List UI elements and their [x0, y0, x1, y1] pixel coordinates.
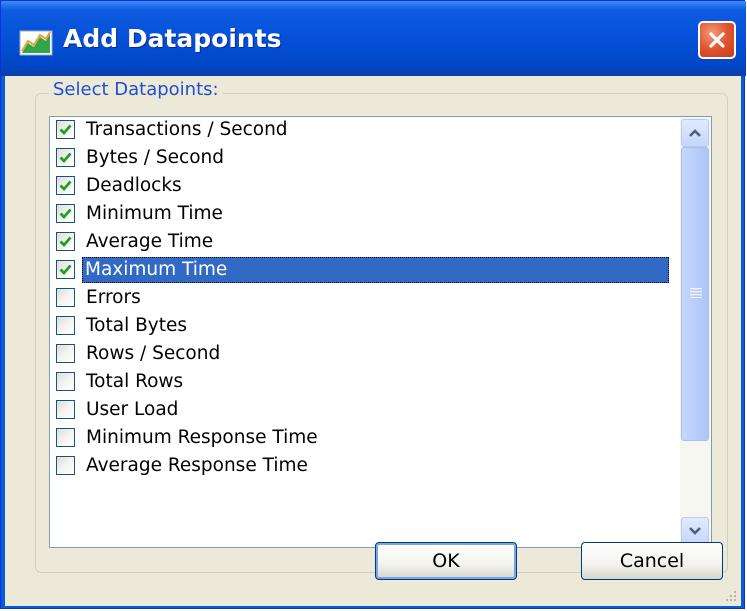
chevron-up-icon: [689, 129, 701, 137]
dialog-body: Select Datapoints: Transactions / Second…: [5, 76, 741, 606]
checkbox[interactable]: [56, 372, 75, 391]
resize-grip-icon[interactable]: [724, 589, 738, 603]
list-item-label: Total Rows: [86, 371, 184, 392]
checkmark-icon: [59, 180, 72, 192]
list-item[interactable]: Transactions / Second: [50, 117, 680, 145]
list-item[interactable]: Deadlocks: [50, 173, 680, 201]
cancel-button[interactable]: Cancel: [581, 542, 723, 580]
list-item[interactable]: Total Rows: [50, 369, 680, 397]
checkbox[interactable]: [56, 400, 75, 419]
checkmark-icon: [59, 208, 72, 220]
list-item[interactable]: Errors: [50, 285, 680, 313]
list-item[interactable]: Average Time: [50, 229, 680, 257]
checkbox[interactable]: [56, 456, 75, 475]
list-item-label: Average Response Time: [86, 455, 308, 476]
list-item-label: Errors: [86, 287, 141, 308]
checkmark-icon: [59, 264, 72, 276]
checkbox[interactable]: [56, 232, 75, 251]
scroll-down-button[interactable]: [681, 517, 709, 545]
checkmark-icon: [59, 124, 72, 136]
checkbox[interactable]: [56, 344, 75, 363]
list-item[interactable]: Minimum Response Time: [50, 425, 680, 453]
list-item-label: Transactions / Second: [86, 119, 288, 140]
list-item[interactable]: Bytes / Second: [50, 145, 680, 173]
checkbox[interactable]: [56, 176, 75, 195]
group-label: Select Datapoints:: [49, 79, 223, 100]
list-item-label: Total Bytes: [86, 315, 188, 336]
checkbox[interactable]: [56, 316, 75, 335]
list-item[interactable]: Minimum Time: [50, 201, 680, 229]
checkbox[interactable]: [56, 148, 75, 167]
checkmark-icon: [59, 152, 72, 164]
checkbox[interactable]: [56, 428, 75, 447]
scroll-up-button[interactable]: [681, 119, 709, 147]
grip-icon: [690, 288, 702, 298]
datapoints-list[interactable]: Transactions / Second Bytes / Second Deadl…: [49, 116, 712, 548]
ok-button[interactable]: OK: [375, 542, 517, 580]
list-item-label: Deadlocks: [86, 175, 182, 196]
close-icon: [709, 32, 725, 48]
list-item[interactable]: Maximum Time: [50, 257, 680, 285]
list-item[interactable]: Rows / Second: [50, 341, 680, 369]
checkbox[interactable]: [56, 204, 75, 223]
title-bar[interactable]: Add Datapoints: [1, 1, 746, 76]
list-item-label: Minimum Response Time: [86, 427, 318, 448]
list-item-label: Rows / Second: [86, 343, 221, 364]
list-item-label: Maximum Time: [82, 257, 669, 283]
list-item[interactable]: Average Response Time: [50, 453, 680, 481]
scroll-thumb[interactable]: [681, 147, 709, 441]
vertical-scrollbar[interactable]: [680, 117, 711, 547]
list-item[interactable]: Total Bytes: [50, 313, 680, 341]
window-title: Add Datapoints: [63, 24, 282, 53]
list-item-label: Minimum Time: [86, 203, 223, 224]
list-items: Transactions / Second Bytes / Second Deadl…: [50, 117, 680, 481]
checkbox[interactable]: [56, 288, 75, 307]
chevron-down-icon: [689, 527, 701, 535]
list-item-label: Bytes / Second: [86, 147, 224, 168]
list-item[interactable]: User Load: [50, 397, 680, 425]
checkbox[interactable]: [56, 120, 75, 139]
chart-icon: [19, 30, 53, 56]
checkmark-icon: [59, 236, 72, 248]
dialog-window: Add Datapoints Select Datapoints: Transa…: [0, 0, 746, 609]
list-item-label: User Load: [86, 399, 179, 420]
checkbox[interactable]: [56, 260, 75, 279]
list-item-label: Average Time: [86, 231, 214, 252]
close-button[interactable]: [698, 21, 736, 59]
